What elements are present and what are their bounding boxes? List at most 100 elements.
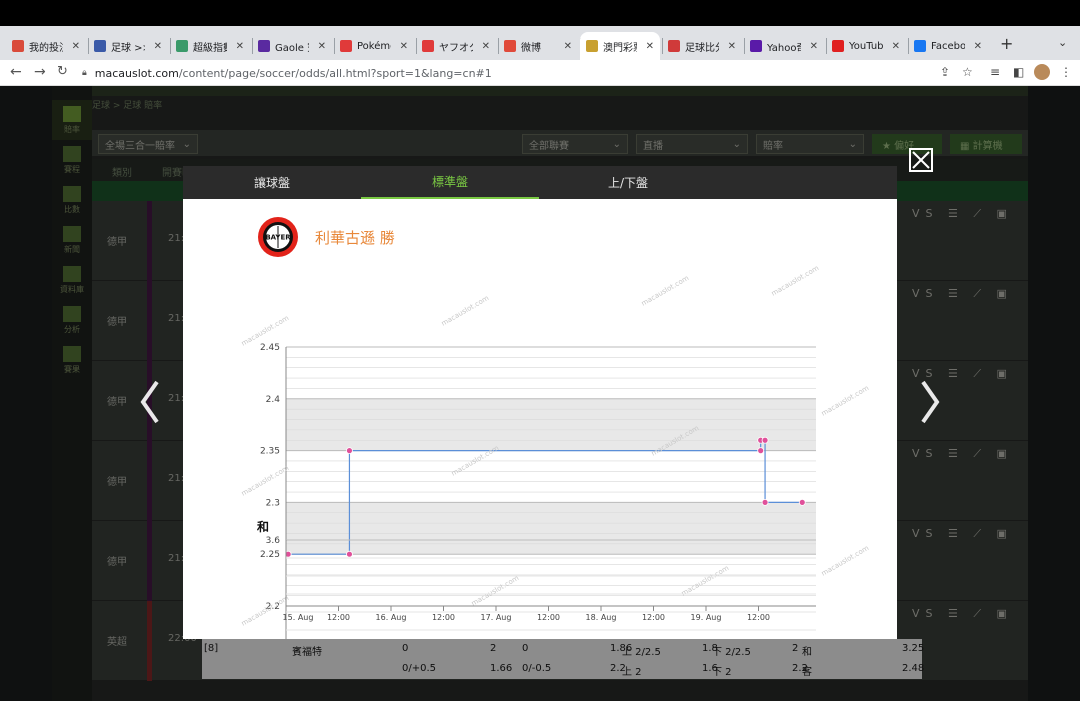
reading-list-icon[interactable]: ≡ — [990, 65, 1000, 79]
browser-tab[interactable]: 足球 >> ✕ — [88, 32, 168, 60]
tab-close-icon[interactable]: ✕ — [396, 41, 408, 52]
tab-close-icon[interactable]: ✕ — [560, 41, 572, 52]
odds-chart-modal: 讓球盤 標準盤 上/下盤 BAYER 利華古遜 勝 2.2 2.25 2.3 2.35… — [183, 166, 897, 639]
bookmark-star-icon[interactable]: ☆ — [962, 65, 973, 79]
tab-label: 超級指數 — [193, 42, 227, 54]
x-tick-label: 12:00 — [432, 613, 455, 622]
tab-close-icon[interactable]: ✕ — [642, 41, 654, 52]
draw-y-tick-label: 3.6 — [266, 536, 281, 546]
chart-band — [286, 398, 816, 451]
tab-label: 足球比分 — [685, 42, 719, 54]
watermark-text: macauslot.com — [240, 594, 290, 628]
watermark-text: macauslot.com — [470, 574, 520, 608]
tab-favicon-icon — [94, 40, 106, 52]
tab-search-icon[interactable]: ⌄ — [1058, 36, 1067, 49]
tab-label: YouTube — [849, 40, 883, 52]
tab-favicon-icon — [914, 40, 926, 52]
tab-label: Faceboo — [931, 40, 965, 52]
browser-tab[interactable]: Pokémon ✕ — [334, 32, 414, 60]
draw-label: 和 — [257, 520, 270, 534]
x-tick-label: 12:00 — [642, 613, 665, 622]
menu-icon[interactable]: ⋮ — [1060, 65, 1072, 79]
watermark-text: macauslot.com — [640, 274, 690, 308]
browser-tab[interactable]: YouTube ✕ — [826, 32, 906, 60]
tab-favicon-icon — [504, 40, 516, 52]
data-point[interactable] — [757, 447, 765, 455]
x-tick-label: 12:00 — [747, 613, 770, 622]
tab-label: 微博 — [521, 42, 541, 54]
x-tick-label: 18. Aug — [586, 613, 617, 622]
data-point[interactable] — [761, 436, 769, 444]
x-tick-label: 15. Aug — [283, 613, 314, 622]
data-point[interactable] — [761, 498, 769, 506]
chart-band — [286, 502, 816, 555]
watermark-text: macauslot.com — [770, 264, 820, 298]
side-panel-icon[interactable]: ◧ — [1013, 65, 1024, 79]
url-path: /content/page/soccer/odds/all.html?sport… — [178, 66, 492, 80]
watermark-text: macauslot.com — [240, 464, 290, 498]
browser-tab-bar: 我的投注✕足球 >> ✕超級指數✕Gaole 究✕Pokémon✕ヤフオク!✕微… — [0, 26, 1080, 60]
tab-close-icon[interactable]: ✕ — [806, 41, 818, 52]
tab-label: Yahoo奇 — [767, 42, 801, 54]
tab-close-icon[interactable]: ✕ — [150, 41, 162, 52]
previous-arrow-icon[interactable] — [137, 376, 163, 428]
browser-tab[interactable]: 足球比分 ✕ — [662, 32, 742, 60]
y-tick-label: 2.35 — [260, 447, 280, 457]
x-tick-label: 17. Aug — [481, 613, 512, 622]
browser-tab[interactable]: 澳門彩票 ✕ — [580, 32, 660, 60]
tab-close-icon[interactable]: ✕ — [314, 41, 326, 52]
forward-icon[interactable]: → — [34, 64, 46, 80]
x-tick-label: 19. Aug — [691, 613, 722, 622]
tab-favicon-icon — [258, 40, 270, 52]
profile-avatar[interactable] — [1034, 64, 1050, 80]
tab-label: 我的投注 — [29, 42, 63, 54]
tab-label: ヤフオク! — [439, 42, 473, 54]
y-tick-label: 2.3 — [266, 498, 280, 508]
tab-close-icon[interactable]: ✕ — [970, 41, 982, 52]
back-icon[interactable]: ← — [10, 64, 22, 80]
next-arrow-icon[interactable] — [917, 376, 943, 428]
url-host: macauslot.com — [94, 66, 179, 80]
watermark-text: macauslot.com — [820, 384, 870, 418]
reload-icon[interactable]: ↻ — [57, 64, 68, 79]
tab-label: 澳門彩票 — [603, 42, 637, 54]
screen-top-bar — [0, 0, 1080, 26]
watermark-text: macauslot.com — [680, 564, 730, 598]
browser-tab[interactable]: 超級指數 ✕ — [170, 32, 250, 60]
tab-label: 足球 >> — [111, 42, 145, 54]
browser-tab[interactable]: Gaole 究 ✕ — [252, 32, 332, 60]
browser-tab[interactable]: ヤフオク! ✕ — [416, 32, 496, 60]
close-modal-button[interactable] — [909, 148, 933, 172]
tab-favicon-icon — [12, 40, 24, 52]
tab-favicon-icon — [586, 40, 598, 52]
y-tick-label: 2.45 — [260, 343, 280, 353]
tab-close-icon[interactable]: ✕ — [724, 41, 736, 52]
tab-close-icon[interactable]: ✕ — [478, 41, 490, 52]
tab-favicon-icon — [832, 40, 844, 52]
tab-favicon-icon — [668, 40, 680, 52]
x-tick-label: 12:00 — [537, 613, 560, 622]
y-tick-label: 2.25 — [260, 550, 280, 560]
lock-icon: 🔒︎ — [82, 68, 87, 78]
data-point[interactable] — [798, 498, 806, 506]
x-tick-label: 16. Aug — [376, 613, 407, 622]
y-tick-label: 2.4 — [266, 395, 281, 405]
watermark-text: macauslot.com — [440, 294, 490, 328]
url-field[interactable]: 🔒︎ macauslot.com/content/page/soccer/odd… — [82, 63, 982, 83]
browser-tab[interactable]: Yahoo奇 ✕ — [744, 32, 824, 60]
new-tab-button[interactable]: + — [1000, 34, 1013, 53]
browser-tab[interactable]: 微博 ✕ — [498, 32, 578, 60]
tab-close-icon[interactable]: ✕ — [888, 41, 900, 52]
tab-close-icon[interactable]: ✕ — [232, 41, 244, 52]
tab-label: Pokémon — [357, 40, 391, 52]
browser-tab[interactable]: 我的投注 ✕ — [6, 32, 86, 60]
browser-tab[interactable]: Faceboo ✕ — [908, 32, 988, 60]
data-point[interactable] — [346, 550, 353, 558]
address-bar: ← → ↻ 🔒︎ macauslot.com/content/page/socc… — [0, 60, 1080, 86]
tab-favicon-icon — [176, 40, 188, 52]
tab-favicon-icon — [750, 40, 762, 52]
tab-close-icon[interactable]: ✕ — [68, 41, 80, 52]
odds-history-chart: 2.22.252.32.352.42.4515. Aug 12:00 16. Aug… — [240, 264, 870, 639]
share-icon[interactable]: ⇪ — [940, 65, 950, 79]
data-point[interactable] — [346, 447, 353, 455]
